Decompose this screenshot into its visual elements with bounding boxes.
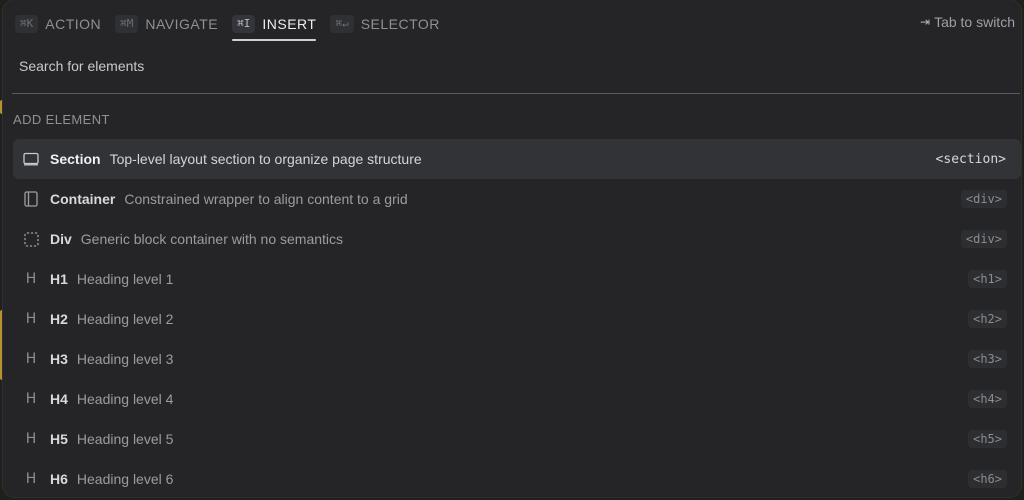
tab-label: NAVIGATE [145,16,219,32]
item-description: Heading level 3 [76,351,174,367]
html-tag-badge: <h2> [968,310,1007,328]
tab-label: INSERT [262,16,317,32]
div-icon [23,231,39,247]
app-frame: ⌘K ACTION ⌘M NAVIGATE ⌘I INSERT ⌘↵ SELEC… [0,0,1024,500]
item-name: H1 [50,271,68,287]
search-divider [12,93,1020,94]
tab-insert[interactable]: ⌘I INSERT [232,9,317,41]
switch-hint-label: Tab to switch [934,14,1015,30]
item-description: Heading level 1 [76,271,174,287]
list-item-h4[interactable]: H H4 Heading level 4 <h4> [13,379,1021,419]
list-item-h2[interactable]: H H2 Heading level 2 <h2> [13,299,1021,339]
heading-icon: H [25,311,37,327]
list-item-div[interactable]: Div Generic block container with no sema… [13,219,1021,259]
item-description: Heading level 4 [76,391,174,407]
command-palette: ⌘K ACTION ⌘M NAVIGATE ⌘I INSERT ⌘↵ SELEC… [3,0,1021,497]
tab-navigate[interactable]: ⌘M NAVIGATE [115,9,218,39]
heading-icon: H [25,271,37,287]
item-description: Constrained wrapper to align content to … [124,191,408,207]
list-item-h3[interactable]: H H3 Heading level 3 <h3> [13,339,1021,379]
item-name: Container [50,191,116,207]
search-input[interactable] [17,52,1021,80]
item-name: H2 [50,311,68,327]
html-tag-badge: <h4> [968,390,1007,408]
shortcut-badge: ⌘K [15,15,39,33]
html-tag-badge: <h6> [968,470,1007,488]
tab-key-icon: ⇥ [920,15,931,29]
item-name: Section [50,151,101,167]
html-tag-badge: <h5> [968,430,1007,448]
list-item-h6[interactable]: H H6 Heading level 6 <h6> [13,459,1021,497]
section-icon [23,151,39,167]
tab-switch-hint: ⇥ Tab to switch [920,14,1015,30]
html-tag-badge: <div> [960,230,1007,248]
item-name: H3 [50,351,68,367]
list-item-h1[interactable]: H H1 Heading level 1 <h1> [13,259,1021,299]
html-tag-badge: <section> [935,151,1006,167]
container-icon [23,191,39,207]
tab-label: ACTION [45,16,102,32]
item-name: H4 [50,391,68,407]
list-item-container[interactable]: Container Constrained wrapper to align c… [13,179,1021,219]
item-description: Generic block container with no semantic… [80,231,344,247]
shortcut-badge: ⌘I [232,15,256,33]
item-description: Heading level 5 [76,431,174,447]
item-name: H5 [50,431,68,447]
list-item-h5[interactable]: H H5 Heading level 5 <h5> [13,419,1021,459]
html-tag-badge: <div> [960,190,1007,208]
palette-tabs: ⌘K ACTION ⌘M NAVIGATE ⌘I INSERT ⌘↵ SELEC… [15,8,454,41]
shortcut-badge: ⌘↵ [330,15,354,33]
heading-icon: H [25,351,37,367]
element-list: Section Top-level layout section to orga… [13,139,1021,497]
heading-icon: H [25,391,37,407]
section-heading: ADD ELEMENT [13,112,110,127]
item-description: Heading level 2 [76,311,174,327]
shortcut-badge: ⌘M [115,15,139,33]
html-tag-badge: <h1> [968,270,1007,288]
html-tag-badge: <h3> [968,350,1007,368]
tab-selector[interactable]: ⌘↵ SELECTOR [330,9,439,39]
item-description: Heading level 6 [76,471,174,487]
tab-action[interactable]: ⌘K ACTION [15,9,101,39]
tab-label: SELECTOR [360,16,440,32]
item-name: Div [50,231,72,247]
item-description: Top-level layout section to organize pag… [109,151,422,167]
list-item-section[interactable]: Section Top-level layout section to orga… [13,139,1021,179]
heading-icon: H [25,431,37,447]
item-name: H6 [50,471,68,487]
heading-icon: H [25,471,37,487]
